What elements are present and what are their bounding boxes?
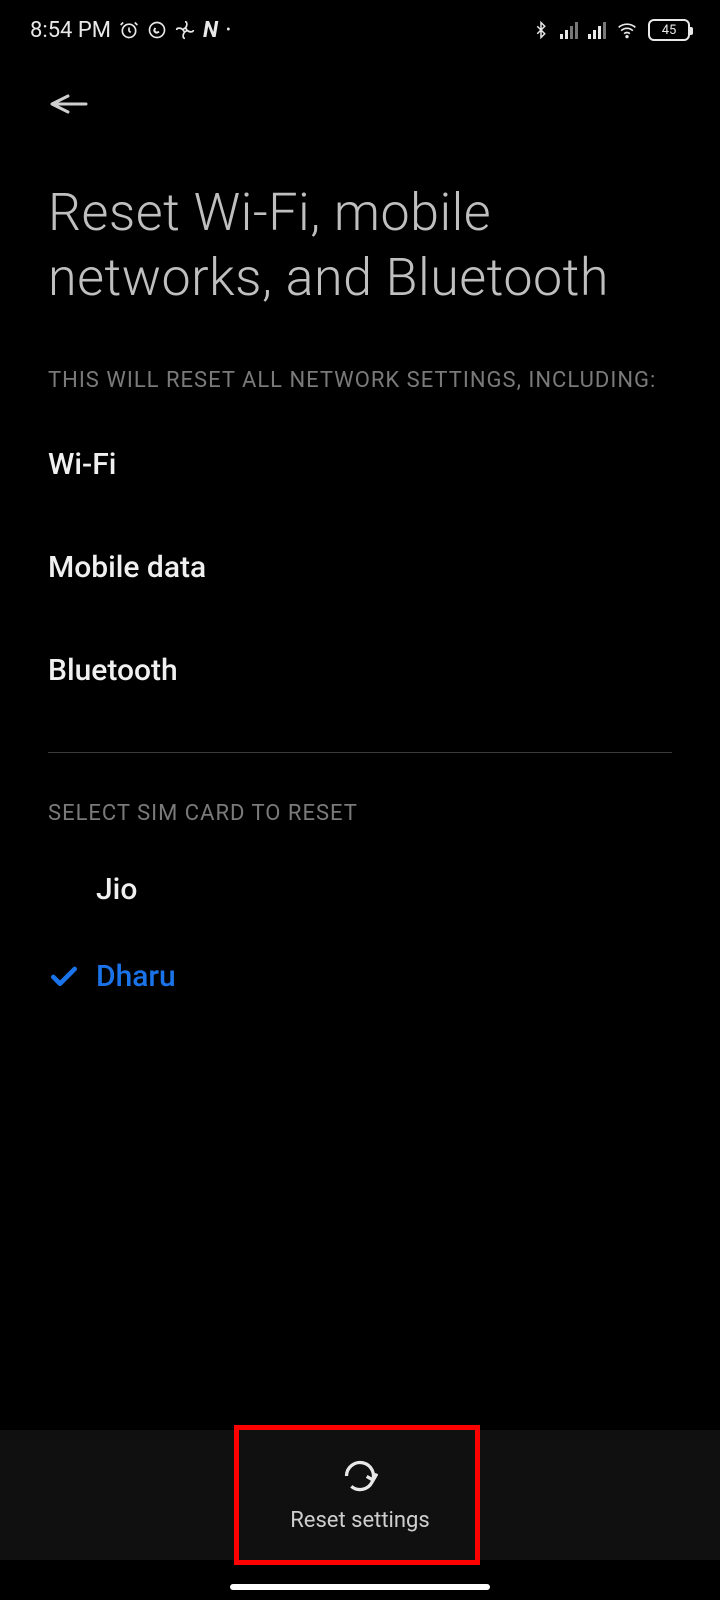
dot-icon: •: [226, 22, 231, 38]
sim-label-dharu: Dharu: [96, 959, 176, 994]
status-time: 8:54 PM: [30, 18, 111, 43]
reset-button-label: Reset settings: [290, 1508, 430, 1533]
battery-level: 45: [662, 23, 677, 38]
sim-select-header: SELECT SIM CARD TO RESET: [0, 753, 720, 846]
check-icon: [48, 961, 96, 993]
reset-item-mobile-data: Mobile data: [48, 516, 672, 619]
status-left: 8:54 PM N •: [30, 18, 231, 43]
reset-item-wifi: Wi-Fi: [48, 413, 672, 516]
page-subtitle: THIS WILL RESET ALL NETWORK SETTINGS, IN…: [0, 320, 720, 413]
sim-option-jio[interactable]: Jio: [48, 846, 672, 933]
sim-list: Jio Dharu: [0, 846, 720, 1020]
signal-sim1-icon: [560, 21, 578, 39]
reset-list: Wi-Fi Mobile data Bluetooth: [0, 413, 720, 722]
notification-icon: N: [203, 18, 218, 43]
fan-icon: [175, 20, 195, 40]
reset-settings-button[interactable]: Reset settings: [235, 1440, 485, 1551]
status-right: 45: [532, 19, 690, 41]
wifi-icon: [616, 20, 638, 40]
battery-icon: 45: [648, 19, 690, 41]
nav-home-indicator[interactable]: [230, 1584, 490, 1590]
bottom-action-bar: Reset settings: [0, 1430, 720, 1560]
whatsapp-icon: [147, 20, 167, 40]
alarm-icon: [119, 20, 139, 40]
page-title: Reset Wi-Fi, mobile networks, and Blueto…: [0, 132, 720, 320]
sim-label-jio: Jio: [96, 872, 137, 907]
reset-icon: [342, 1458, 378, 1498]
status-bar: 8:54 PM N • 45: [0, 0, 720, 60]
reset-item-bluetooth: Bluetooth: [48, 619, 672, 722]
signal-sim2-icon: [588, 21, 606, 39]
sim-option-dharu[interactable]: Dharu: [48, 933, 672, 1020]
back-button[interactable]: [48, 90, 88, 122]
bluetooth-icon: [532, 20, 550, 40]
